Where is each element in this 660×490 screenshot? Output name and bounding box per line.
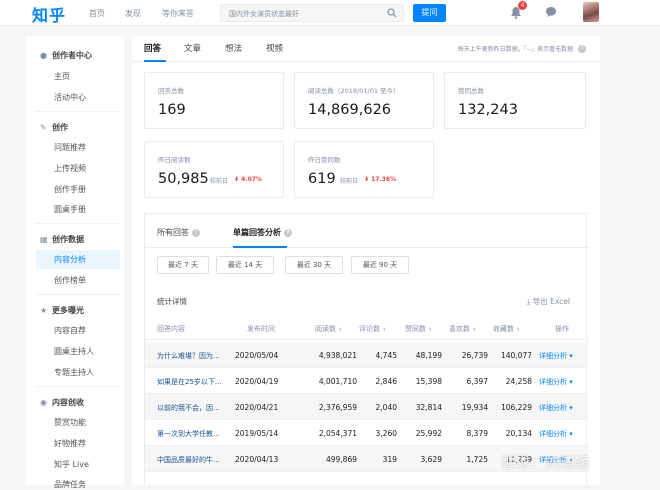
tab-thoughts[interactable]: 想法 bbox=[225, 42, 242, 54]
table-header: 回答内容 发布时间 阅读数 ⬍ 评论数 ⬍ 赞同数 ⬍ 喜欢数 ⬍ 收藏数 ⬍ … bbox=[145, 316, 588, 340]
sidebar-item-tipping[interactable]: 赞赏功能 bbox=[54, 417, 86, 428]
watermark: 雪球：刘清颖 bbox=[500, 454, 591, 472]
detail-analysis-link[interactable]: 详细分析 ▾ bbox=[539, 377, 573, 387]
sort-icon: ⬍ bbox=[428, 327, 433, 333]
tab-all-answers[interactable]: 所有回答? bbox=[157, 227, 200, 238]
export-excel-button[interactable]: ⤓ 导出 Excel bbox=[527, 296, 570, 307]
search-box[interactable]: 国内外女演员状态最好 bbox=[220, 4, 404, 22]
data-icon: ▦ bbox=[40, 235, 48, 244]
table-row: 第一次到大学任教... 2019/05/14 2,054,371 3,260 2… bbox=[145, 420, 588, 446]
sidebar-item-roundtable-host[interactable]: 圆桌主持人 bbox=[54, 346, 94, 357]
search-input[interactable]: 国内外女演员状态最好 bbox=[229, 9, 299, 19]
sidebar-item-self-recommend[interactable]: 内容自荐 bbox=[54, 325, 86, 336]
stat-card-total-reads: 阅读总数（2018/01/01 至今） 14,869,626 bbox=[294, 72, 434, 129]
sidebar-section-data: ▦ 创作数据 bbox=[40, 235, 84, 244]
change-down: ⬇ 4.07% bbox=[234, 176, 262, 183]
sidebar-section-create: ✎ 创作 bbox=[40, 123, 68, 132]
search-icon[interactable] bbox=[387, 8, 397, 18]
help-icon[interactable]: ? bbox=[284, 229, 292, 237]
ask-question-button[interactable]: 提问 bbox=[413, 4, 446, 22]
answer-analysis-panel: 所有回答? 单篇回答分析? 最近 7 天 最近 14 天 最近 30 天 最近 … bbox=[144, 213, 588, 485]
star-icon: ★ bbox=[40, 306, 48, 315]
sidebar-divider bbox=[36, 111, 120, 112]
content-type-tabs: 回答 文章 想法 视频 每天上午更新昨日数据。「--」表示暂无数据 ? bbox=[132, 36, 600, 62]
table-row: 如果是在25岁以下... 2020/04/19 4,001,710 2,846 … bbox=[145, 368, 588, 394]
range-90-days[interactable]: 最近 90 天 bbox=[351, 256, 409, 274]
tab-articles[interactable]: 文章 bbox=[184, 42, 201, 54]
sidebar-item-creator-rank[interactable]: 创作榜单 bbox=[54, 275, 86, 286]
sort-icon: ⬍ bbox=[338, 327, 343, 333]
range-7-days[interactable]: 最近 7 天 bbox=[157, 256, 209, 274]
sidebar-divider bbox=[36, 386, 120, 387]
stat-card-total-likes: 赞同总数 132,243 bbox=[444, 72, 586, 129]
sidebar-section-monetize: ◉ 内容创收 bbox=[40, 398, 84, 407]
stat-card-yesterday-reads: 昨日阅读数 50,985 较前日 ⬇ 4.07% bbox=[144, 141, 284, 198]
sidebar-item-question-rec[interactable]: 问题推荐 bbox=[54, 142, 86, 153]
sidebar-item-zhihu-live[interactable]: 知乎 Live bbox=[54, 459, 89, 470]
user-avatar[interactable] bbox=[583, 2, 599, 22]
nav-waiting-answers[interactable]: 等你来答 bbox=[162, 8, 194, 19]
stats-title: 统计详情 bbox=[157, 297, 187, 306]
sort-icon: ⬍ bbox=[516, 327, 521, 333]
tab-videos[interactable]: 视频 bbox=[266, 42, 283, 54]
notification-badge: 4 bbox=[518, 1, 527, 10]
detail-analysis-link[interactable]: 详细分析 ▾ bbox=[539, 429, 573, 439]
stat-card-yesterday-likes: 昨日赞同数 619 较前日 ⬇ 17.36% bbox=[294, 141, 434, 198]
active-tab-indicator bbox=[144, 60, 166, 62]
tab-answers[interactable]: 回答 bbox=[144, 42, 161, 54]
nav-discover[interactable]: 发现 bbox=[125, 8, 141, 19]
update-hint: 每天上午更新昨日数据。「--」表示暂无数据 ? bbox=[458, 44, 586, 53]
sidebar-item-roundtable-manual[interactable]: 圆桌手册 bbox=[54, 204, 86, 215]
user-icon: ● bbox=[40, 51, 47, 60]
table-row: 以前的我不会，因... 2020/04/21 2,376,959 2,040 3… bbox=[145, 394, 588, 420]
sidebar-item-good-products[interactable]: 好物推荐 bbox=[54, 438, 86, 449]
content-analysis-panel: 回答 文章 想法 视频 每天上午更新昨日数据。「--」表示暂无数据 ? 回答总数… bbox=[132, 36, 600, 485]
sidebar-divider bbox=[36, 223, 120, 224]
sidebar-section-exposure: ★ 更多曝光 bbox=[40, 306, 84, 315]
detail-analysis-link[interactable]: 详细分析 ▾ bbox=[539, 351, 573, 361]
coin-icon: ◉ bbox=[40, 398, 47, 407]
pen-icon: ✎ bbox=[40, 123, 47, 132]
sidebar-item-content-analysis[interactable]: 内容分析 bbox=[36, 250, 120, 269]
detail-analysis-link[interactable]: 详细分析 ▾ bbox=[539, 403, 573, 413]
analysis-tabs: 所有回答? 单篇回答分析? bbox=[145, 214, 588, 248]
sidebar-item-creator-manual[interactable]: 创作手册 bbox=[54, 184, 86, 195]
top-navbar: 知乎 首页 发现 等你来答 国内外女演员状态最好 提问 4 bbox=[0, 0, 660, 26]
tab-single-answer-analysis[interactable]: 单篇回答分析? bbox=[233, 227, 292, 238]
range-14-days[interactable]: 最近 14 天 bbox=[216, 256, 274, 274]
stat-card-total-answers: 回答总数 169 bbox=[144, 72, 284, 129]
sidebar-divider bbox=[36, 294, 120, 295]
change-down: ⬇ 17.36% bbox=[364, 176, 397, 183]
message-icon[interactable] bbox=[545, 6, 557, 18]
download-icon: ⤓ bbox=[527, 297, 531, 306]
nav-home[interactable]: 首页 bbox=[89, 8, 105, 19]
creator-sidebar: ● 创作者中心 主页 活动中心 ✎ 创作 问题推荐 上传视频 创作手册 圆桌手册 ▦… bbox=[26, 36, 124, 489]
sort-icon: ⬍ bbox=[382, 327, 387, 333]
sidebar-section-creator-center: ● 创作者中心 bbox=[40, 51, 92, 60]
active-tab-indicator bbox=[233, 246, 287, 248]
sidebar-item-home[interactable]: 主页 bbox=[54, 71, 70, 82]
help-icon[interactable]: ? bbox=[192, 229, 200, 237]
table-row: 为什么难堪？因为... 2020/05/04 4,938,021 4,745 4… bbox=[145, 342, 588, 368]
range-30-days[interactable]: 最近 30 天 bbox=[285, 256, 343, 274]
sidebar-item-topic-host[interactable]: 专题主持人 bbox=[54, 367, 94, 378]
help-icon[interactable]: ? bbox=[578, 45, 586, 53]
zhihu-logo[interactable]: 知乎 bbox=[32, 2, 66, 26]
sort-icon: ⬍ bbox=[472, 327, 477, 333]
sort-reads[interactable]: 阅读数 ⬍ bbox=[315, 324, 342, 334]
sidebar-item-upload-video[interactable]: 上传视频 bbox=[54, 163, 86, 174]
sidebar-item-activity[interactable]: 活动中心 bbox=[54, 92, 86, 103]
